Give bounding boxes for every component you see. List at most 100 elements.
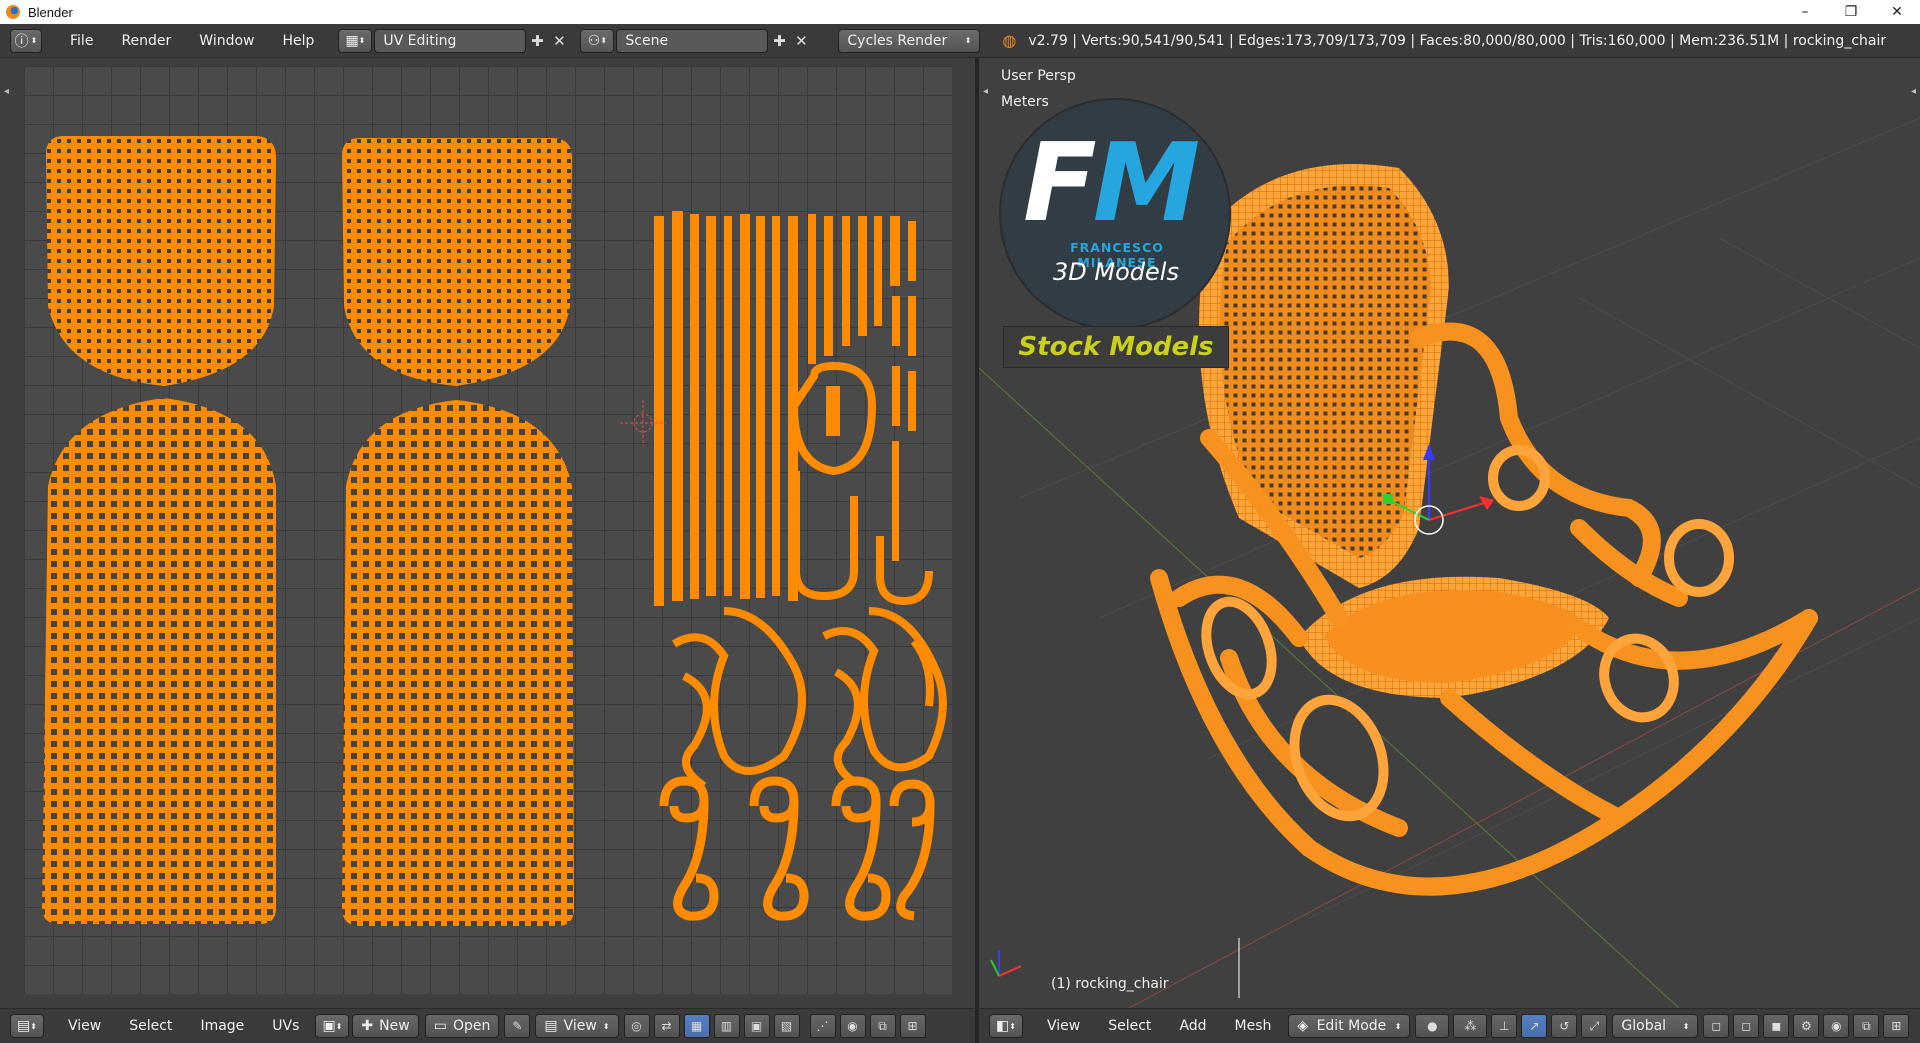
add-scene-icon[interactable]: ✚ xyxy=(768,30,790,52)
manipulator-icon[interactable]: ⊥ xyxy=(1491,1014,1518,1038)
updown-icon: ⬍ xyxy=(1682,1021,1690,1031)
pivot-icon[interactable]: ◎ xyxy=(623,1014,650,1038)
3d-viewport[interactable]: ◂ ◂ User Persp Meters FM FRANCESCO MILAN… xyxy=(979,58,1920,1008)
snap-target-icon[interactable]: ⊞ xyxy=(899,1014,926,1038)
minimize-button[interactable]: – xyxy=(1782,0,1828,24)
limit-selection-icon[interactable]: ⚙ xyxy=(1793,1014,1820,1038)
maximize-button[interactable]: ❐ xyxy=(1828,0,1874,24)
add-layout-icon[interactable]: ✚ xyxy=(526,30,548,52)
render-engine-label: Cycles Render xyxy=(847,32,948,49)
edge-mode-icon[interactable]: ◻ xyxy=(1733,1014,1760,1038)
menu-help[interactable]: Help xyxy=(268,33,328,49)
face-select-icon[interactable]: ▣ xyxy=(743,1014,770,1038)
screen-layout-field[interactable]: UV Editing xyxy=(374,28,527,53)
screen-layout-browse-button[interactable]: ▦ ⬍ xyxy=(338,28,373,53)
pivot-point-icon[interactable]: ⁂ xyxy=(1453,1014,1488,1038)
render-engine-select[interactable]: Cycles Render ⬍ xyxy=(838,28,981,53)
scene-icon: ⚇ xyxy=(587,32,601,49)
folder-icon: ▭ xyxy=(433,1018,447,1034)
snap-icon[interactable]: ⧉ xyxy=(869,1014,896,1038)
sticky-select-icon[interactable]: ⋰ xyxy=(809,1014,836,1038)
orientation-select[interactable]: Global ⬍ xyxy=(1612,1014,1699,1038)
open-image-button[interactable]: ▭ Open xyxy=(424,1014,500,1038)
view-mode-icon: ▤ xyxy=(544,1018,558,1034)
edge-select-icon[interactable]: ▥ xyxy=(713,1014,740,1038)
vp-menu-view[interactable]: View xyxy=(1033,1018,1094,1034)
sync-selection-icon[interactable]: ⇄ xyxy=(653,1014,680,1038)
uv-editor-type-button[interactable]: ▤ ⬍ xyxy=(10,1014,44,1038)
viewport-header: ◧ ⬍ View Select Add Mesh ◈ Edit Mode ⬍ ● ⁂ … xyxy=(979,1008,1920,1043)
updown-icon: ⬍ xyxy=(602,1021,610,1031)
vertex-select-icon[interactable]: ▦ xyxy=(683,1014,710,1038)
uv-island-scrolls xyxy=(659,776,935,921)
vp-menu-add[interactable]: Add xyxy=(1165,1018,1220,1034)
uv-island-seat-left xyxy=(42,398,276,924)
vp-menu-select[interactable]: Select xyxy=(1094,1018,1165,1034)
snap-icon[interactable]: ⧉ xyxy=(1853,1014,1880,1038)
scene-stats: v2.79 | Verts:90,541/90,541 | Edges:173,… xyxy=(1028,32,1887,49)
uv-menu-image[interactable]: Image xyxy=(186,1018,258,1034)
face-mode-icon[interactable]: ◼ xyxy=(1763,1014,1790,1038)
logo-letter-f: F xyxy=(1023,121,1097,246)
info-icon: ⓘ xyxy=(14,33,29,50)
orientation-label: Global xyxy=(1621,1018,1667,1034)
vp-menu-mesh[interactable]: Mesh xyxy=(1221,1018,1286,1034)
toolshelf-toggle-icon[interactable]: ◂ xyxy=(4,86,9,97)
vertex-mode-icon[interactable]: ◻ xyxy=(1703,1014,1730,1038)
info-editor-type-button[interactable]: ⓘ ⬍ xyxy=(10,28,42,53)
scene-name: Scene xyxy=(625,32,669,49)
scene-browse-button[interactable]: ⚇ ⬍ xyxy=(580,28,615,53)
uv-island-backrest-right xyxy=(342,138,572,386)
island-select-icon[interactable]: ▧ xyxy=(773,1014,800,1038)
edit-mode-icon: ◈ xyxy=(1297,1018,1309,1034)
image-editor-icon: ▤ xyxy=(17,1018,31,1034)
shading-icon[interactable]: ● xyxy=(1415,1014,1450,1038)
plus-icon: ✚ xyxy=(361,1018,374,1034)
screen-layout-name: UV Editing xyxy=(383,32,457,49)
snap-element-icon[interactable]: ⊞ xyxy=(1883,1014,1910,1038)
delete-scene-icon[interactable]: ✕ xyxy=(790,30,812,52)
pin-image-icon[interactable]: ✎ xyxy=(504,1014,531,1038)
viewport-editor-type-button[interactable]: ◧ ⬍ xyxy=(989,1014,1023,1038)
uv-islands xyxy=(42,136,947,926)
mode-select[interactable]: ◈ Edit Mode ⬍ xyxy=(1288,1014,1411,1038)
uv-view-mode-select[interactable]: ▤ View ⬍ xyxy=(535,1014,619,1038)
proportional-edit-icon[interactable]: ◉ xyxy=(1823,1014,1850,1038)
view-axes-icon xyxy=(990,950,1022,977)
updown-icon: ⬍ xyxy=(1009,1021,1016,1031)
uv-island-seat-right xyxy=(342,400,574,926)
uv-island-backrest-left xyxy=(46,136,276,386)
uv-image-editor[interactable]: ◂ xyxy=(0,58,975,1008)
image-browse-button[interactable]: ▣ ⬍ xyxy=(315,1014,350,1038)
uv-menu-view[interactable]: View xyxy=(54,1018,115,1034)
info-header: ⓘ ⬍ File Render Window Help ▦ ⬍ UV Editing… xyxy=(0,24,1920,58)
menu-window[interactable]: Window xyxy=(185,33,268,49)
rotate-icon[interactable]: ↺ xyxy=(1551,1014,1578,1038)
menu-file[interactable]: File xyxy=(56,33,107,49)
window-titlebar: Blender – ❐ ✕ xyxy=(0,0,1920,24)
rocking-chair-mesh xyxy=(1150,164,1818,998)
new-image-label: New xyxy=(379,1018,410,1034)
mode-label: Edit Mode xyxy=(1316,1018,1387,1034)
close-button[interactable]: ✕ xyxy=(1874,0,1920,24)
cube-icon: ◧ xyxy=(996,1018,1010,1034)
logo-monogram: FM xyxy=(1023,130,1200,238)
delete-layout-icon[interactable]: ✕ xyxy=(548,30,570,52)
uv-menu-uvs[interactable]: UVs xyxy=(258,1018,313,1034)
uv-view-mode-label: View xyxy=(563,1018,597,1034)
updown-icon: ⬍ xyxy=(30,36,38,45)
uv-island-curls xyxy=(671,607,947,790)
scale-icon[interactable]: ⤢ xyxy=(1581,1014,1608,1038)
menu-render[interactable]: Render xyxy=(107,33,185,49)
info-menu-bar: File Render Window Help xyxy=(56,33,328,49)
updown-icon: ⬍ xyxy=(30,1021,37,1031)
uv-canvas[interactable] xyxy=(24,66,952,994)
logo-subtitle: 3D Models xyxy=(1053,258,1179,286)
translate-icon[interactable]: ↗ xyxy=(1521,1014,1548,1038)
updown-icon: ⬍ xyxy=(964,36,972,45)
logo-tagline: Stock Models xyxy=(1003,326,1229,368)
scene-field[interactable]: Scene xyxy=(616,28,769,53)
proportional-edit-icon[interactable]: ◉ xyxy=(839,1014,866,1038)
new-image-button[interactable]: ✚ New xyxy=(352,1014,419,1038)
uv-menu-select[interactable]: Select xyxy=(115,1018,186,1034)
